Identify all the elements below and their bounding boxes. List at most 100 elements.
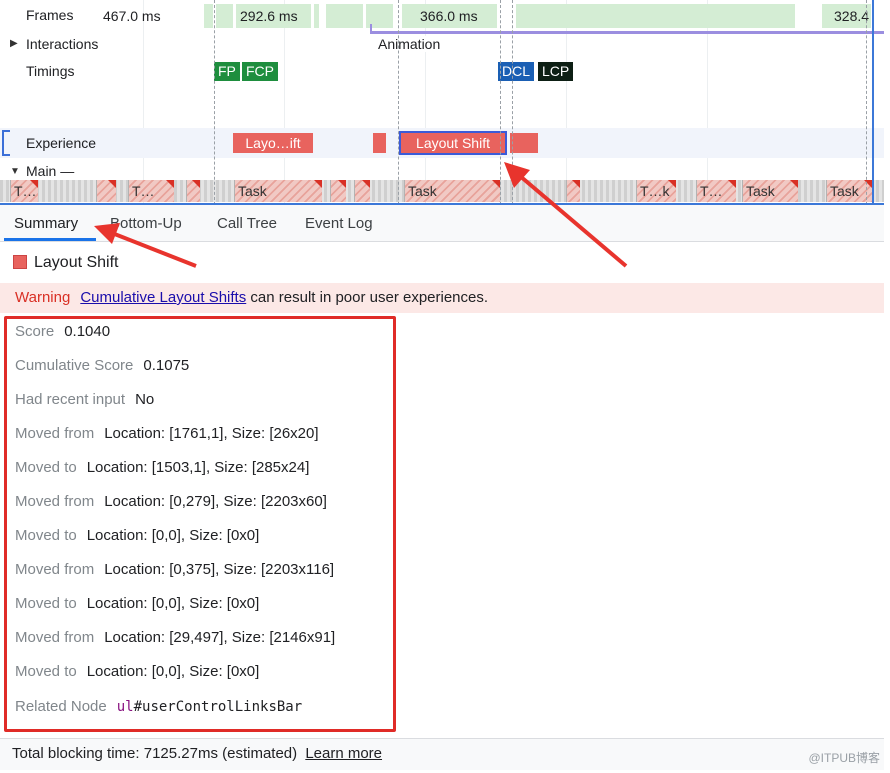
interactions-label: Interactions <box>26 36 99 52</box>
event-title: Layout Shift <box>34 254 119 271</box>
detail-key: Moved to <box>15 595 77 612</box>
frames-track[interactable]: Frames 467.0 ms 292.6 ms 366.0 ms 328.4 <box>0 0 884 30</box>
lcp-marker[interactable]: LCP <box>538 62 574 81</box>
task[interactable]: T… <box>696 180 736 202</box>
task[interactable] <box>354 180 370 202</box>
page-edge <box>884 0 890 773</box>
layout-shift-event-selected[interactable]: Layout Shift <box>399 131 507 155</box>
detail-key: Moved from <box>15 425 95 442</box>
warning-banner: Warning Cumulative Layout Shifts can resu… <box>0 283 884 313</box>
main-thread-label: Main — <box>26 163 75 179</box>
collapse-triangle-icon[interactable]: ▼ <box>10 166 20 177</box>
marker-line <box>866 0 867 205</box>
detail-key: Related Node <box>15 698 107 715</box>
frame[interactable]: 292.6 ms <box>236 4 312 28</box>
layout-shift-event[interactable]: Layo…ift <box>233 133 313 153</box>
performance-timeline[interactable]: Frames 467.0 ms 292.6 ms 366.0 ms 328.4 … <box>0 0 884 205</box>
task[interactable]: Task <box>404 180 500 202</box>
learn-more-link[interactable]: Learn more <box>305 745 382 762</box>
cls-docs-link[interactable]: Cumulative Layout Shifts <box>80 289 246 306</box>
detail-row: Moved to Location: [0,0], Size: [0x0] <box>15 595 259 612</box>
detail-value: 0.1040 <box>64 323 111 340</box>
animation-label: Animation <box>376 36 443 52</box>
detail-value: Location: [0,279], Size: [2203x60] <box>104 493 327 510</box>
frame[interactable] <box>326 4 364 28</box>
tab-call-tree[interactable]: Call Tree <box>217 215 277 232</box>
detail-key: Had recent input <box>15 391 126 408</box>
detail-value: Location: [0,0], Size: [0x0] <box>86 663 260 680</box>
detail-key: Moved to <box>15 527 77 544</box>
detail-row: Moved from Location: [0,279], Size: [2203… <box>15 493 327 510</box>
detail-key: Moved to <box>15 459 77 476</box>
detail-value: Location: [0,0], Size: [0x0] <box>86 595 260 612</box>
detail-key: Moved to <box>15 663 77 680</box>
node-id: #userControlLinksBar <box>133 699 303 715</box>
detail-value: Location: [0,375], Size: [2203x116] <box>104 561 335 578</box>
detail-value: Location: [1761,1], Size: [26x20] <box>104 425 319 442</box>
tab-bottom-up[interactable]: Bottom-Up <box>110 215 182 232</box>
marker-line <box>398 0 399 205</box>
task[interactable] <box>186 180 200 202</box>
detail-value: 0.1075 <box>143 357 190 374</box>
node-tag: ul <box>116 699 134 715</box>
warning-label: Warning <box>15 289 71 306</box>
marker-line <box>512 0 513 205</box>
frame[interactable] <box>216 4 234 28</box>
frame[interactable] <box>516 4 796 28</box>
grid-line <box>143 0 144 205</box>
grid-line <box>284 0 285 205</box>
detail-row: Score 0.1040 <box>15 323 110 340</box>
task[interactable] <box>330 180 346 202</box>
task[interactable]: T… <box>128 180 174 202</box>
task[interactable] <box>566 180 580 202</box>
active-tab-indicator <box>4 238 96 241</box>
task[interactable]: T… <box>10 180 38 202</box>
playhead[interactable] <box>872 0 874 205</box>
task[interactable]: T…k <box>636 180 676 202</box>
detail-value: Location: [0,0], Size: [0x0] <box>86 527 260 544</box>
detail-row: Had recent input No <box>15 391 154 408</box>
detail-key: Moved from <box>15 561 95 578</box>
detail-row: Moved from Location: [0,375], Size: [2203… <box>15 561 334 578</box>
detail-row: Moved from Location: [1761,1], Size: [26x… <box>15 425 319 442</box>
detail-row: Moved to Location: [0,0], Size: [0x0] <box>15 527 259 544</box>
fcp-marker[interactable]: FCP <box>242 62 278 81</box>
task[interactable]: Task <box>742 180 798 202</box>
layout-shift-event[interactable] <box>510 133 538 153</box>
track-selection-bracket <box>2 130 10 156</box>
detail-value: Location: [29,497], Size: [2146x91] <box>104 629 336 646</box>
detail-value: No <box>135 391 155 408</box>
tab-event-log[interactable]: Event Log <box>305 215 373 232</box>
task[interactable]: Task <box>234 180 322 202</box>
marker-line <box>214 0 215 205</box>
watermark: @ITPUB博客 <box>808 751 880 765</box>
detail-row: Moved to Location: [1503,1], Size: [285x2… <box>15 459 309 476</box>
layout-shift-swatch <box>13 255 27 269</box>
related-node-link[interactable]: ul#userControlLinksBar <box>117 699 302 715</box>
frame-duration: 366.0 ms <box>420 8 478 24</box>
frame[interactable]: 366.0 ms <box>402 4 498 28</box>
frame-duration: 328.4 <box>834 8 870 24</box>
related-node-row: Related Node ul#userControlLinksBar <box>15 698 302 715</box>
frame[interactable]: 328.4 <box>822 4 872 28</box>
dcl-marker[interactable]: DCL <box>498 62 535 81</box>
marker-line <box>500 0 501 205</box>
detail-value: Location: [1503,1], Size: [285x24] <box>86 459 310 476</box>
tab-summary[interactable]: Summary <box>14 215 78 232</box>
fp-marker[interactable]: FP <box>214 62 240 81</box>
timings-label: Timings <box>26 63 75 79</box>
frame[interactable] <box>204 4 214 28</box>
frame[interactable] <box>314 4 320 28</box>
layout-shift-event[interactable] <box>373 133 386 153</box>
status-footer: Total blocking time: 7125.27ms (estimate… <box>0 738 884 770</box>
detail-key: Moved from <box>15 493 95 510</box>
frame-duration: 292.6 ms <box>240 8 298 24</box>
experience-label: Experience <box>26 135 97 151</box>
task[interactable] <box>96 180 116 202</box>
expand-triangle-icon[interactable]: ▶ <box>10 38 18 49</box>
detail-key: Cumulative Score <box>15 357 134 374</box>
total-blocking-time: Total blocking time: 7125.27ms (estimate… <box>12 745 298 762</box>
animation-bar[interactable] <box>370 31 884 34</box>
detail-row: Moved to Location: [0,0], Size: [0x0] <box>15 663 259 680</box>
frames-label: Frames <box>26 7 74 23</box>
